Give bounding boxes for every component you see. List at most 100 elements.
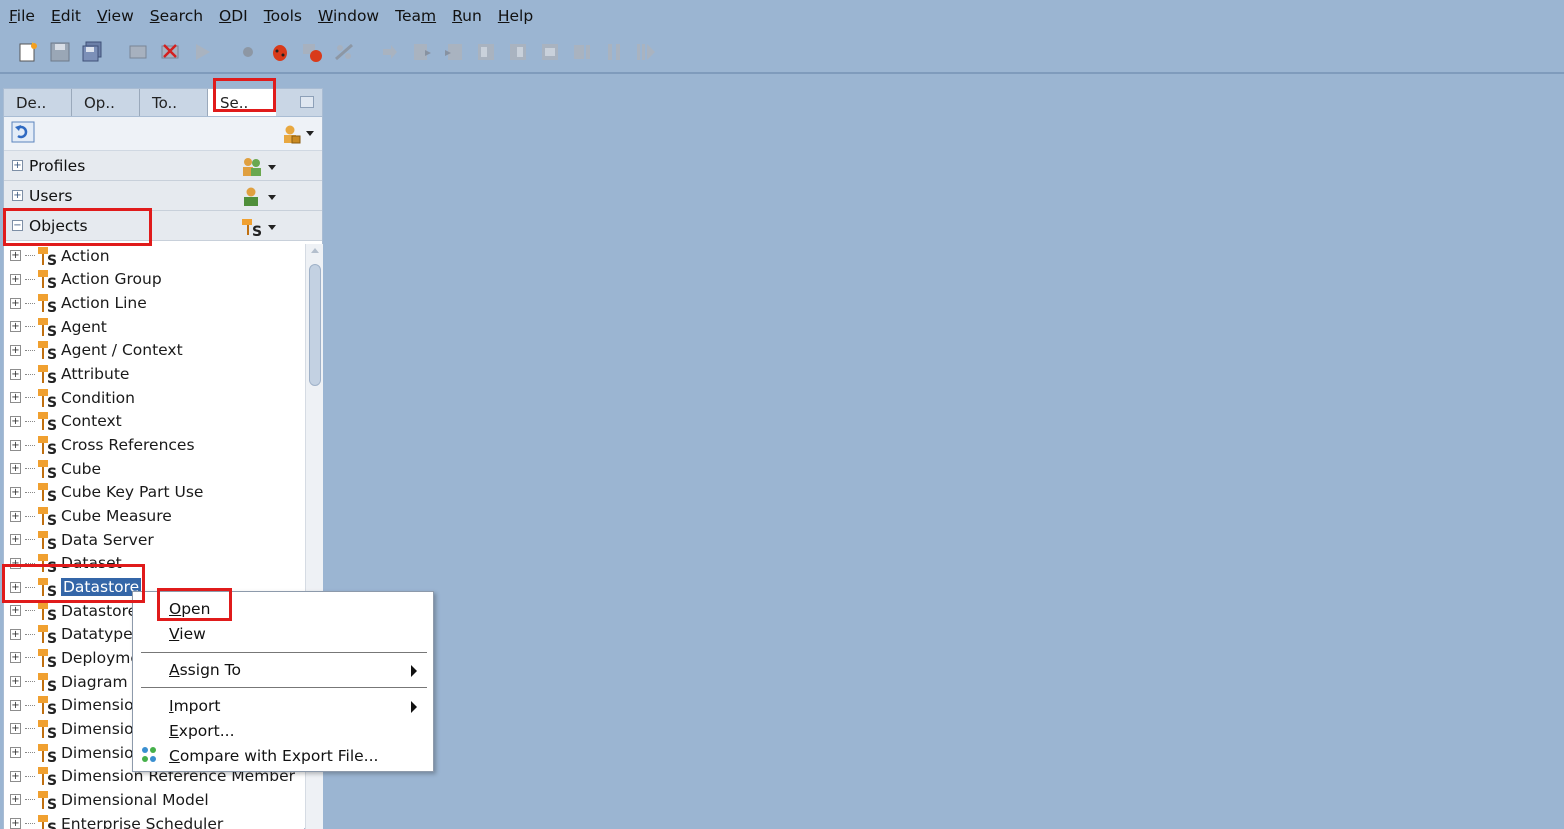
- tree-node[interactable]: + S Attribute: [4, 362, 304, 386]
- expand-icon[interactable]: +: [10, 581, 21, 593]
- compile-error-icon[interactable]: [158, 40, 182, 64]
- tab-0[interactable]: De..: [4, 89, 72, 116]
- submenu-arrow-icon: [411, 665, 417, 677]
- step-back-icon[interactable]: [474, 40, 498, 64]
- menu-item-open[interactable]: Open: [169, 600, 210, 618]
- debug-session-icon[interactable]: [300, 40, 324, 64]
- tree-node[interactable]: + S Action: [4, 244, 304, 268]
- tree-node-label: Agent / Context: [61, 341, 183, 360]
- menu-view[interactable]: View: [92, 0, 139, 32]
- run-icon[interactable]: [190, 40, 214, 64]
- expand-icon[interactable]: +: [10, 297, 21, 309]
- tree-node[interactable]: + S Action Line: [4, 291, 304, 315]
- expand-icon[interactable]: +: [10, 676, 21, 688]
- expand-icon[interactable]: +: [10, 273, 21, 285]
- tree-node[interactable]: + S Context: [4, 410, 304, 434]
- expand-icon[interactable]: +: [10, 605, 21, 617]
- accordion-profiles[interactable]: + Profiles: [4, 151, 322, 181]
- menu-window[interactable]: Window: [313, 0, 384, 32]
- refresh-icon[interactable]: [10, 120, 36, 148]
- collapse-icon[interactable]: −: [12, 220, 23, 231]
- tree-node[interactable]: + S Action Group: [4, 268, 304, 292]
- menu-odi[interactable]: ODI: [214, 0, 253, 32]
- disable-breakpoint-icon[interactable]: [332, 40, 356, 64]
- menu-item-compare-export[interactable]: Compare with Export File...: [169, 747, 378, 765]
- expand-icon[interactable]: +: [10, 344, 21, 356]
- step-forward-icon[interactable]: [506, 40, 530, 64]
- tree-node[interactable]: + S Agent: [4, 315, 304, 339]
- tab-2[interactable]: To..: [140, 89, 208, 116]
- tree-connector: [25, 799, 35, 801]
- go-to-icon[interactable]: [538, 40, 562, 64]
- expand-icon[interactable]: +: [10, 699, 21, 711]
- tree-node[interactable]: + S Cube: [4, 457, 304, 481]
- expand-icon[interactable]: +: [10, 415, 21, 427]
- minimize-panel-button[interactable]: [300, 96, 314, 108]
- menu-item-import[interactable]: Import: [169, 697, 220, 715]
- objects-actions-menu[interactable]: S: [240, 216, 276, 238]
- users-actions-menu[interactable]: [240, 186, 276, 208]
- tree-node[interactable]: + S Enterprise Scheduler: [4, 812, 304, 829]
- pause-icon[interactable]: [602, 40, 626, 64]
- tree-node[interactable]: + S Agent / Context: [4, 339, 304, 363]
- expand-icon[interactable]: +: [12, 190, 23, 201]
- expand-icon[interactable]: +: [10, 818, 21, 829]
- tree-connector: [25, 255, 35, 257]
- new-icon[interactable]: [16, 40, 40, 64]
- security-object-icon: S: [38, 246, 57, 266]
- expand-icon[interactable]: +: [12, 160, 23, 171]
- expand-icon[interactable]: +: [10, 747, 21, 759]
- step-over-icon[interactable]: [410, 40, 434, 64]
- security-actions-menu[interactable]: [280, 123, 314, 145]
- tab-3[interactable]: Se..: [208, 89, 276, 116]
- expand-icon[interactable]: +: [10, 723, 21, 735]
- expand-icon[interactable]: +: [10, 770, 21, 782]
- menu-search[interactable]: Search: [145, 0, 208, 32]
- expand-icon[interactable]: +: [10, 439, 21, 451]
- resume-icon[interactable]: [634, 40, 658, 64]
- save-all-icon[interactable]: [80, 40, 104, 64]
- expand-icon[interactable]: +: [10, 628, 21, 640]
- expand-icon[interactable]: +: [10, 557, 21, 569]
- menu-run[interactable]: Run: [447, 0, 487, 32]
- menu-team[interactable]: Team: [390, 0, 441, 32]
- tree-node[interactable]: + S Data Server: [4, 528, 304, 552]
- expand-icon[interactable]: +: [10, 368, 21, 380]
- expand-icon[interactable]: +: [10, 321, 21, 333]
- scrollbar-thumb[interactable]: [309, 264, 321, 386]
- expand-icon[interactable]: +: [10, 794, 21, 806]
- tree-node[interactable]: + S Dataset: [4, 552, 304, 576]
- compile-icon[interactable]: [126, 40, 150, 64]
- expand-icon[interactable]: +: [10, 250, 21, 262]
- menu-tools[interactable]: Tools: [259, 0, 307, 32]
- save-icon[interactable]: [48, 40, 72, 64]
- menu-item-view[interactable]: View: [169, 625, 206, 643]
- tree-node[interactable]: + S Cube Key Part Use: [4, 481, 304, 505]
- breakpoint-icon[interactable]: [236, 40, 260, 64]
- step-end-icon[interactable]: [570, 40, 594, 64]
- scroll-up-icon[interactable]: [311, 248, 319, 253]
- profiles-actions-menu[interactable]: [240, 156, 276, 178]
- debug-icon[interactable]: [268, 40, 292, 64]
- tree-node[interactable]: + S Condition: [4, 386, 304, 410]
- tree-node[interactable]: + S Dimensional Model: [4, 788, 304, 812]
- menu-item-export[interactable]: Export...: [169, 722, 235, 740]
- expand-icon[interactable]: +: [10, 463, 21, 475]
- tree-node[interactable]: + S Cross References: [4, 433, 304, 457]
- menu-file[interactable]: File: [4, 0, 40, 32]
- accordion-users[interactable]: + Users: [4, 181, 322, 211]
- menu-edit[interactable]: Edit: [46, 0, 86, 32]
- expand-icon[interactable]: +: [10, 510, 21, 522]
- step-out-icon[interactable]: [442, 40, 466, 64]
- tree-connector: [25, 610, 35, 612]
- expand-icon[interactable]: +: [10, 486, 21, 498]
- tree-node[interactable]: + S Cube Measure: [4, 504, 304, 528]
- accordion-objects[interactable]: − Objects S: [4, 211, 322, 241]
- menu-help[interactable]: Help: [493, 0, 538, 32]
- menu-item-assign-to[interactable]: Assign To: [169, 661, 241, 679]
- tab-1[interactable]: Op..: [72, 89, 140, 116]
- expand-icon[interactable]: +: [10, 652, 21, 664]
- expand-icon[interactable]: +: [10, 534, 21, 546]
- expand-icon[interactable]: +: [10, 392, 21, 404]
- step-into-icon[interactable]: [378, 40, 402, 64]
